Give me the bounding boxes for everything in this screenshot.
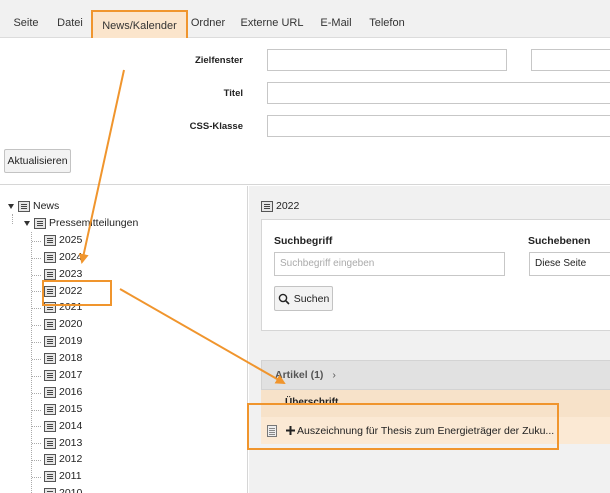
year-folder-icon: [44, 336, 56, 347]
articles-header[interactable]: Artikel (1) ›: [261, 360, 610, 390]
document-icon: [267, 424, 277, 437]
tab-externe-url[interactable]: Externe URL: [238, 0, 306, 38]
titel-input[interactable]: [267, 82, 610, 104]
tab-ordner[interactable]: Ordner: [188, 0, 228, 38]
zielfenster-input[interactable]: [267, 49, 507, 71]
year-folder-icon: [44, 286, 56, 297]
chevron-right-icon: ›: [332, 369, 336, 381]
tree-node-year[interactable]: 2015: [44, 401, 82, 418]
expand-caret-icon[interactable]: [24, 221, 30, 226]
year-folder-icon: [44, 438, 56, 449]
tree-node-year[interactable]: 2018: [44, 350, 82, 367]
year-folder-icon: [44, 488, 56, 493]
year-folder-icon: [44, 421, 56, 432]
year-folder-icon: [44, 319, 56, 330]
search-button-label: Suchen: [293, 292, 330, 305]
year-folder-icon: [44, 370, 56, 381]
year-folder-icon: [44, 353, 56, 364]
search-icon: [278, 293, 290, 305]
year-folder-icon: [44, 302, 56, 313]
year-folder-icon: [44, 471, 56, 482]
tree-node-year[interactable]: 2013: [44, 435, 82, 452]
tree-node-year[interactable]: 2011: [44, 468, 82, 485]
articles-header-label: Artikel (1): [275, 369, 324, 381]
tree-node-year[interactable]: 2023: [44, 266, 82, 283]
year-folder-icon: [44, 252, 56, 263]
year-folder-icon: [44, 387, 56, 398]
year-folder-icon: [44, 404, 56, 415]
pressemitteilungen-folder-icon: [34, 218, 46, 229]
search-levels-select[interactable]: Diese Seite: [529, 252, 610, 276]
css-klasse-label: CSS-Klasse: [189, 121, 243, 132]
expand-caret-icon[interactable]: [8, 204, 14, 209]
search-levels-label: Suchebenen: [528, 235, 591, 247]
news-folder-icon: [18, 201, 30, 212]
breadcrumb: 2022: [261, 200, 299, 212]
year-folder-icon: [44, 454, 56, 465]
link-type-tabbar: Seite Datei News/Kalender Ordner Externe…: [0, 0, 610, 46]
tree-node-year[interactable]: 2021: [44, 299, 82, 316]
article-title: Auszeichnung für Thesis zum Energieträge…: [297, 424, 555, 437]
tree-node-news[interactable]: News: [8, 198, 59, 215]
tree-node-year[interactable]: 2019: [44, 333, 82, 350]
tree-node-year[interactable]: 2025: [44, 232, 82, 249]
tree-node-year[interactable]: 2024: [44, 249, 82, 266]
tab-seite[interactable]: Seite: [7, 0, 45, 38]
titel-label: Titel: [223, 88, 243, 99]
tree-node-year[interactable]: 2012: [44, 451, 82, 468]
year-folder-icon: [44, 269, 56, 280]
breadcrumb-label: 2022: [276, 200, 300, 212]
tab-datei[interactable]: Datei: [52, 0, 88, 38]
tree-node-pressemitteilungen[interactable]: Pressemitteilungen: [24, 215, 138, 232]
tree-node-year[interactable]: 2020: [44, 316, 82, 333]
tab-telefon[interactable]: Telefon: [365, 0, 409, 38]
plus-icon[interactable]: [286, 426, 295, 435]
search-button[interactable]: Suchen: [274, 286, 333, 311]
tree-node-year[interactable]: 2010: [44, 485, 82, 493]
search-box: Suchbegriff Suchbegriff eingeben Suchebe…: [261, 219, 610, 331]
column-header-headline[interactable]: Überschrift: [261, 390, 610, 417]
link-options-form: Zielfenster Titel CSS-Klasse Aktualisier…: [0, 38, 610, 185]
zielfenster-extra-input[interactable]: [531, 49, 610, 71]
css-klasse-input[interactable]: [267, 115, 610, 137]
article-row[interactable]: Auszeichnung für Thesis zum Energieträge…: [261, 417, 610, 444]
tree-node-year-selected[interactable]: 2022: [44, 283, 82, 300]
year-folder-icon: [44, 235, 56, 246]
tab-email[interactable]: E-Mail: [316, 0, 356, 38]
zielfenster-label: Zielfenster: [194, 55, 243, 66]
folder-icon: [261, 200, 273, 212]
news-tree: News Pressemitteilungen 2025 2024 2023 2…: [0, 186, 248, 493]
search-input[interactable]: Suchbegriff eingeben: [274, 252, 505, 276]
tree-node-year[interactable]: 2017: [44, 367, 82, 384]
tree-node-year[interactable]: 2014: [44, 418, 82, 435]
update-button[interactable]: Aktualisieren: [4, 149, 71, 173]
tree-node-pressemitteilungen-label: Pressemitteilungen: [49, 217, 139, 229]
search-term-label: Suchbegriff: [274, 235, 333, 247]
article-panel: 2022 Suchbegriff Suchbegriff eingeben Su…: [249, 186, 610, 493]
tree-node-news-label: News: [33, 200, 60, 212]
tree-node-year[interactable]: 2016: [44, 384, 82, 401]
